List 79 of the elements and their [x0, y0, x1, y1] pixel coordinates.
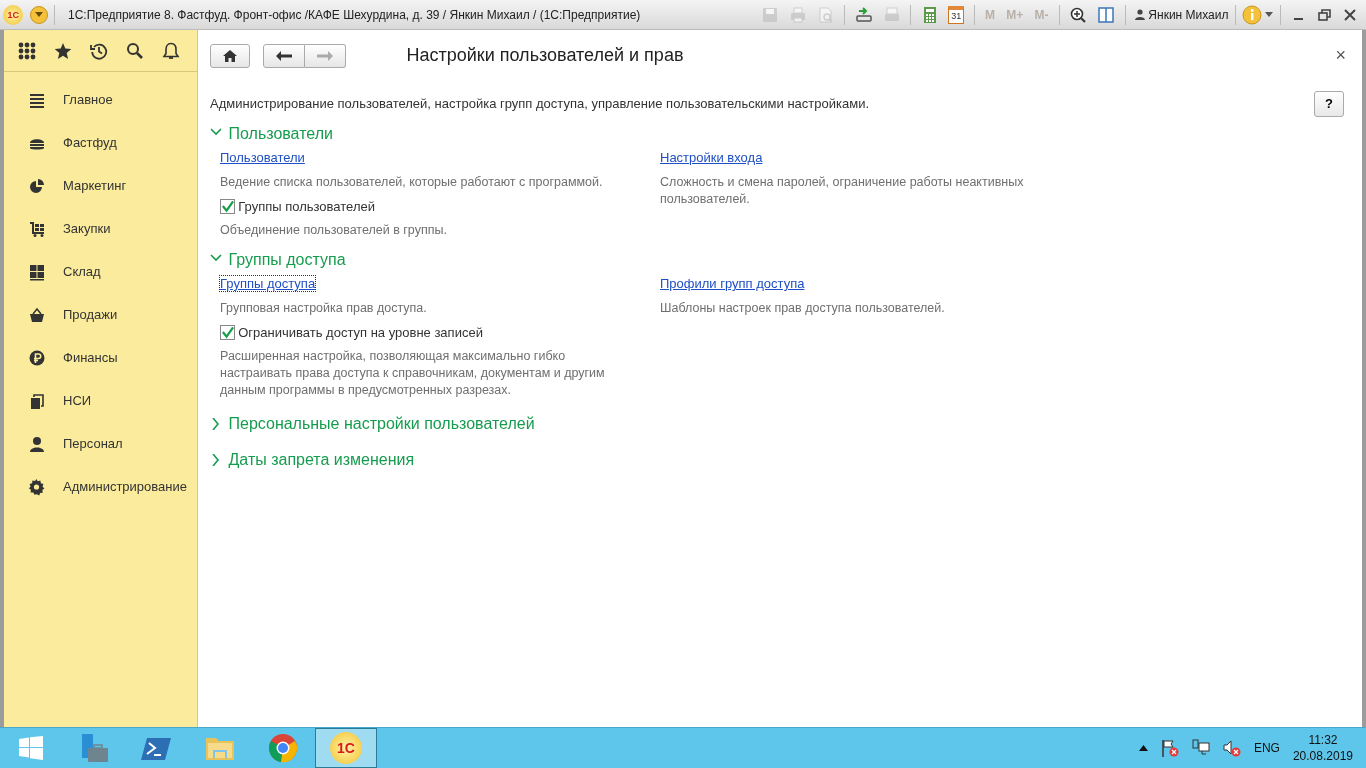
section-link[interactable]: Финансы: [63, 348, 118, 368]
main-menu-button[interactable]: [29, 5, 48, 24]
info-icon: [1242, 4, 1262, 25]
star-icon[interactable]: [54, 41, 72, 60]
windows-logo-icon: [19, 736, 43, 760]
basket-icon: [29, 306, 45, 324]
home-icon: [223, 49, 237, 62]
list-lines-icon: [29, 91, 45, 109]
form-title: Настройки пользователей и прав: [406, 44, 684, 67]
option-description: Объединение пользователей в группы.: [220, 222, 448, 239]
app-logo: 1С: [330, 732, 362, 764]
close-button[interactable]: ×: [1335, 42, 1346, 69]
section-link[interactable]: Фастфуд: [63, 133, 117, 153]
network-icon[interactable]: [1191, 739, 1210, 757]
option-description: Шаблоны настроек прав доступа пользователей.: [660, 299, 946, 317]
checkbox[interactable]: [220, 324, 235, 340]
speaker-error-icon[interactable]: [1222, 739, 1241, 757]
window-title: 1С:Предприятие 8. Фастфуд. Фронт-офис /КАФЕ Шехурдина, д. 39 / Янкин Михаил / (1С:Предприятие): [68, 6, 641, 24]
user-button[interactable]: Янкин Михаил: [1135, 5, 1229, 24]
section-link[interactable]: Администрирование: [63, 477, 187, 497]
home-button[interactable]: [210, 43, 250, 68]
option-description: Ведение списка пользователей, которые работают с программой.: [220, 173, 604, 191]
grid-icon: [29, 263, 45, 281]
checkbox-label[interactable]: Группы пользователей: [238, 196, 375, 216]
history-icon[interactable]: [90, 41, 108, 60]
info-button[interactable]: [1242, 4, 1262, 25]
back-button[interactable]: [263, 43, 305, 68]
restore-icon[interactable]: [1318, 8, 1332, 21]
section-link[interactable]: Склад: [63, 262, 101, 282]
check-icon: [221, 199, 234, 213]
chevron-right-icon[interactable]: [210, 454, 222, 466]
settings-link[interactable]: Пользователи: [220, 150, 305, 165]
section-link[interactable]: Закупки: [63, 219, 111, 239]
clock-time[interactable]: 11:32: [1308, 732, 1338, 748]
taskbar-button[interactable]: 1С: [315, 728, 377, 768]
zoom-icon[interactable]: [1069, 5, 1088, 24]
group-title[interactable]: Даты запрета изменения: [228, 448, 415, 472]
bell-icon[interactable]: [162, 41, 180, 60]
person-icon: [1135, 9, 1146, 20]
section-link[interactable]: Маркетинг: [63, 176, 127, 196]
group-title[interactable]: Пользователи: [228, 122, 333, 146]
chevron-right-icon[interactable]: [210, 418, 222, 430]
caret-icon[interactable]: [1265, 12, 1274, 17]
document-stack-icon: [29, 392, 45, 410]
pie-chart-icon: [29, 177, 45, 195]
settings-link[interactable]: Настройки входа: [660, 150, 763, 165]
help-button[interactable]: ?: [1314, 91, 1344, 117]
settings-icon: [29, 478, 45, 496]
browser-circle-icon: [267, 732, 299, 764]
language-indicator[interactable]: ENG: [1253, 739, 1280, 757]
person-icon: [29, 435, 45, 453]
caret-icon: [34, 12, 43, 17]
ruble-coin-icon: [29, 349, 45, 367]
panel-layout-icon[interactable]: [1097, 5, 1116, 24]
tray-arrow-icon[interactable]: [854, 5, 873, 24]
option-description: Расширенная настройка, позволяющая максимально гибко настраивать права доступа к справочникам, документам и другим данным программы в предусмотренных разрезах.: [220, 348, 606, 399]
section-link[interactable]: Продажи: [63, 305, 118, 325]
check-icon: [221, 325, 234, 339]
settings-link[interactable]: Профили групп доступа: [660, 276, 805, 291]
form-description: Администрирование пользователей, настройка групп доступа, управление пользовательскими настройками.: [210, 95, 870, 114]
flag-error-icon[interactable]: [1160, 739, 1179, 757]
group-title[interactable]: Группы доступа: [228, 248, 346, 272]
section-link[interactable]: НСИ: [63, 391, 92, 411]
cart-icon: [29, 220, 45, 238]
group-title[interactable]: Персональные настройки пользователей: [228, 412, 535, 436]
apps-grid-icon[interactable]: [18, 41, 36, 60]
app-logo[interactable]: 1С: [3, 4, 24, 25]
option-description: Групповая настройка прав доступа.: [220, 299, 428, 317]
up-arrow-icon[interactable]: [1138, 745, 1148, 751]
checkbox[interactable]: [220, 198, 235, 214]
clock-date[interactable]: 20.08.2019: [1292, 748, 1353, 764]
calendar-button[interactable]: 31: [948, 5, 965, 24]
search-icon[interactable]: [126, 41, 144, 60]
section-link[interactable]: Персонал: [63, 434, 123, 454]
section-link[interactable]: Главное: [63, 90, 113, 110]
checkbox-label[interactable]: Ограничивать доступ на уровне записей: [238, 322, 483, 342]
close-icon[interactable]: [1344, 8, 1357, 21]
option-description: Сложность и смена паролей, ограничение работы неактивных пользователей.: [660, 173, 1025, 208]
settings-link[interactable]: Группы доступа: [220, 276, 316, 291]
